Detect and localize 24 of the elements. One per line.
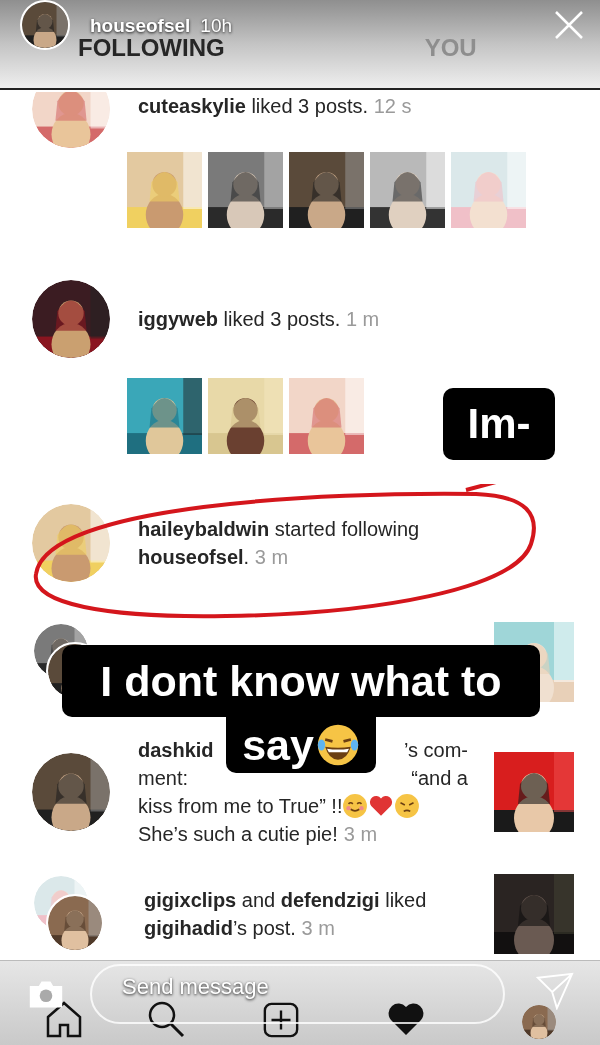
text-sticker: I dont know what to — [62, 645, 540, 717]
plus-square-icon[interactable] — [262, 1001, 300, 1039]
comment-text: dashkid — [138, 738, 214, 763]
close-icon[interactable] — [554, 10, 584, 40]
activity-text: gigixclips and defendzigi liked gigihadid’s post. 3 m — [144, 888, 428, 941]
comment-text: kiss from me to True” !! — [138, 794, 343, 819]
text-sticker: say — [226, 717, 376, 773]
activity-text: iggyweb liked 3 posts. 1 m — [138, 307, 381, 332]
comment-text: “and a — [411, 766, 468, 791]
smiling-emoji-icon — [342, 793, 369, 819]
activity-time: 3 m — [343, 822, 378, 847]
activity-text: haileybaldwin started following houseofsel. 3 m — [138, 517, 421, 570]
laughing-emoji-icon — [315, 723, 360, 767]
text-sticker: Im- — [443, 388, 555, 460]
story-time: 10h — [200, 14, 232, 38]
message-field[interactable]: Send message — [90, 964, 505, 1024]
paper-plane-icon[interactable] — [536, 972, 574, 1010]
pouting-emoji-icon — [394, 793, 421, 819]
search-icon[interactable] — [146, 999, 186, 1039]
home-icon[interactable] — [44, 999, 84, 1039]
comment-text: ’s com- — [403, 738, 468, 763]
comment-text: She’s such a cutie pie! — [138, 822, 338, 847]
activity-text: cuteaskylie liked 3 posts. 12 s — [138, 94, 413, 119]
comment-text: ment: — [138, 766, 189, 791]
